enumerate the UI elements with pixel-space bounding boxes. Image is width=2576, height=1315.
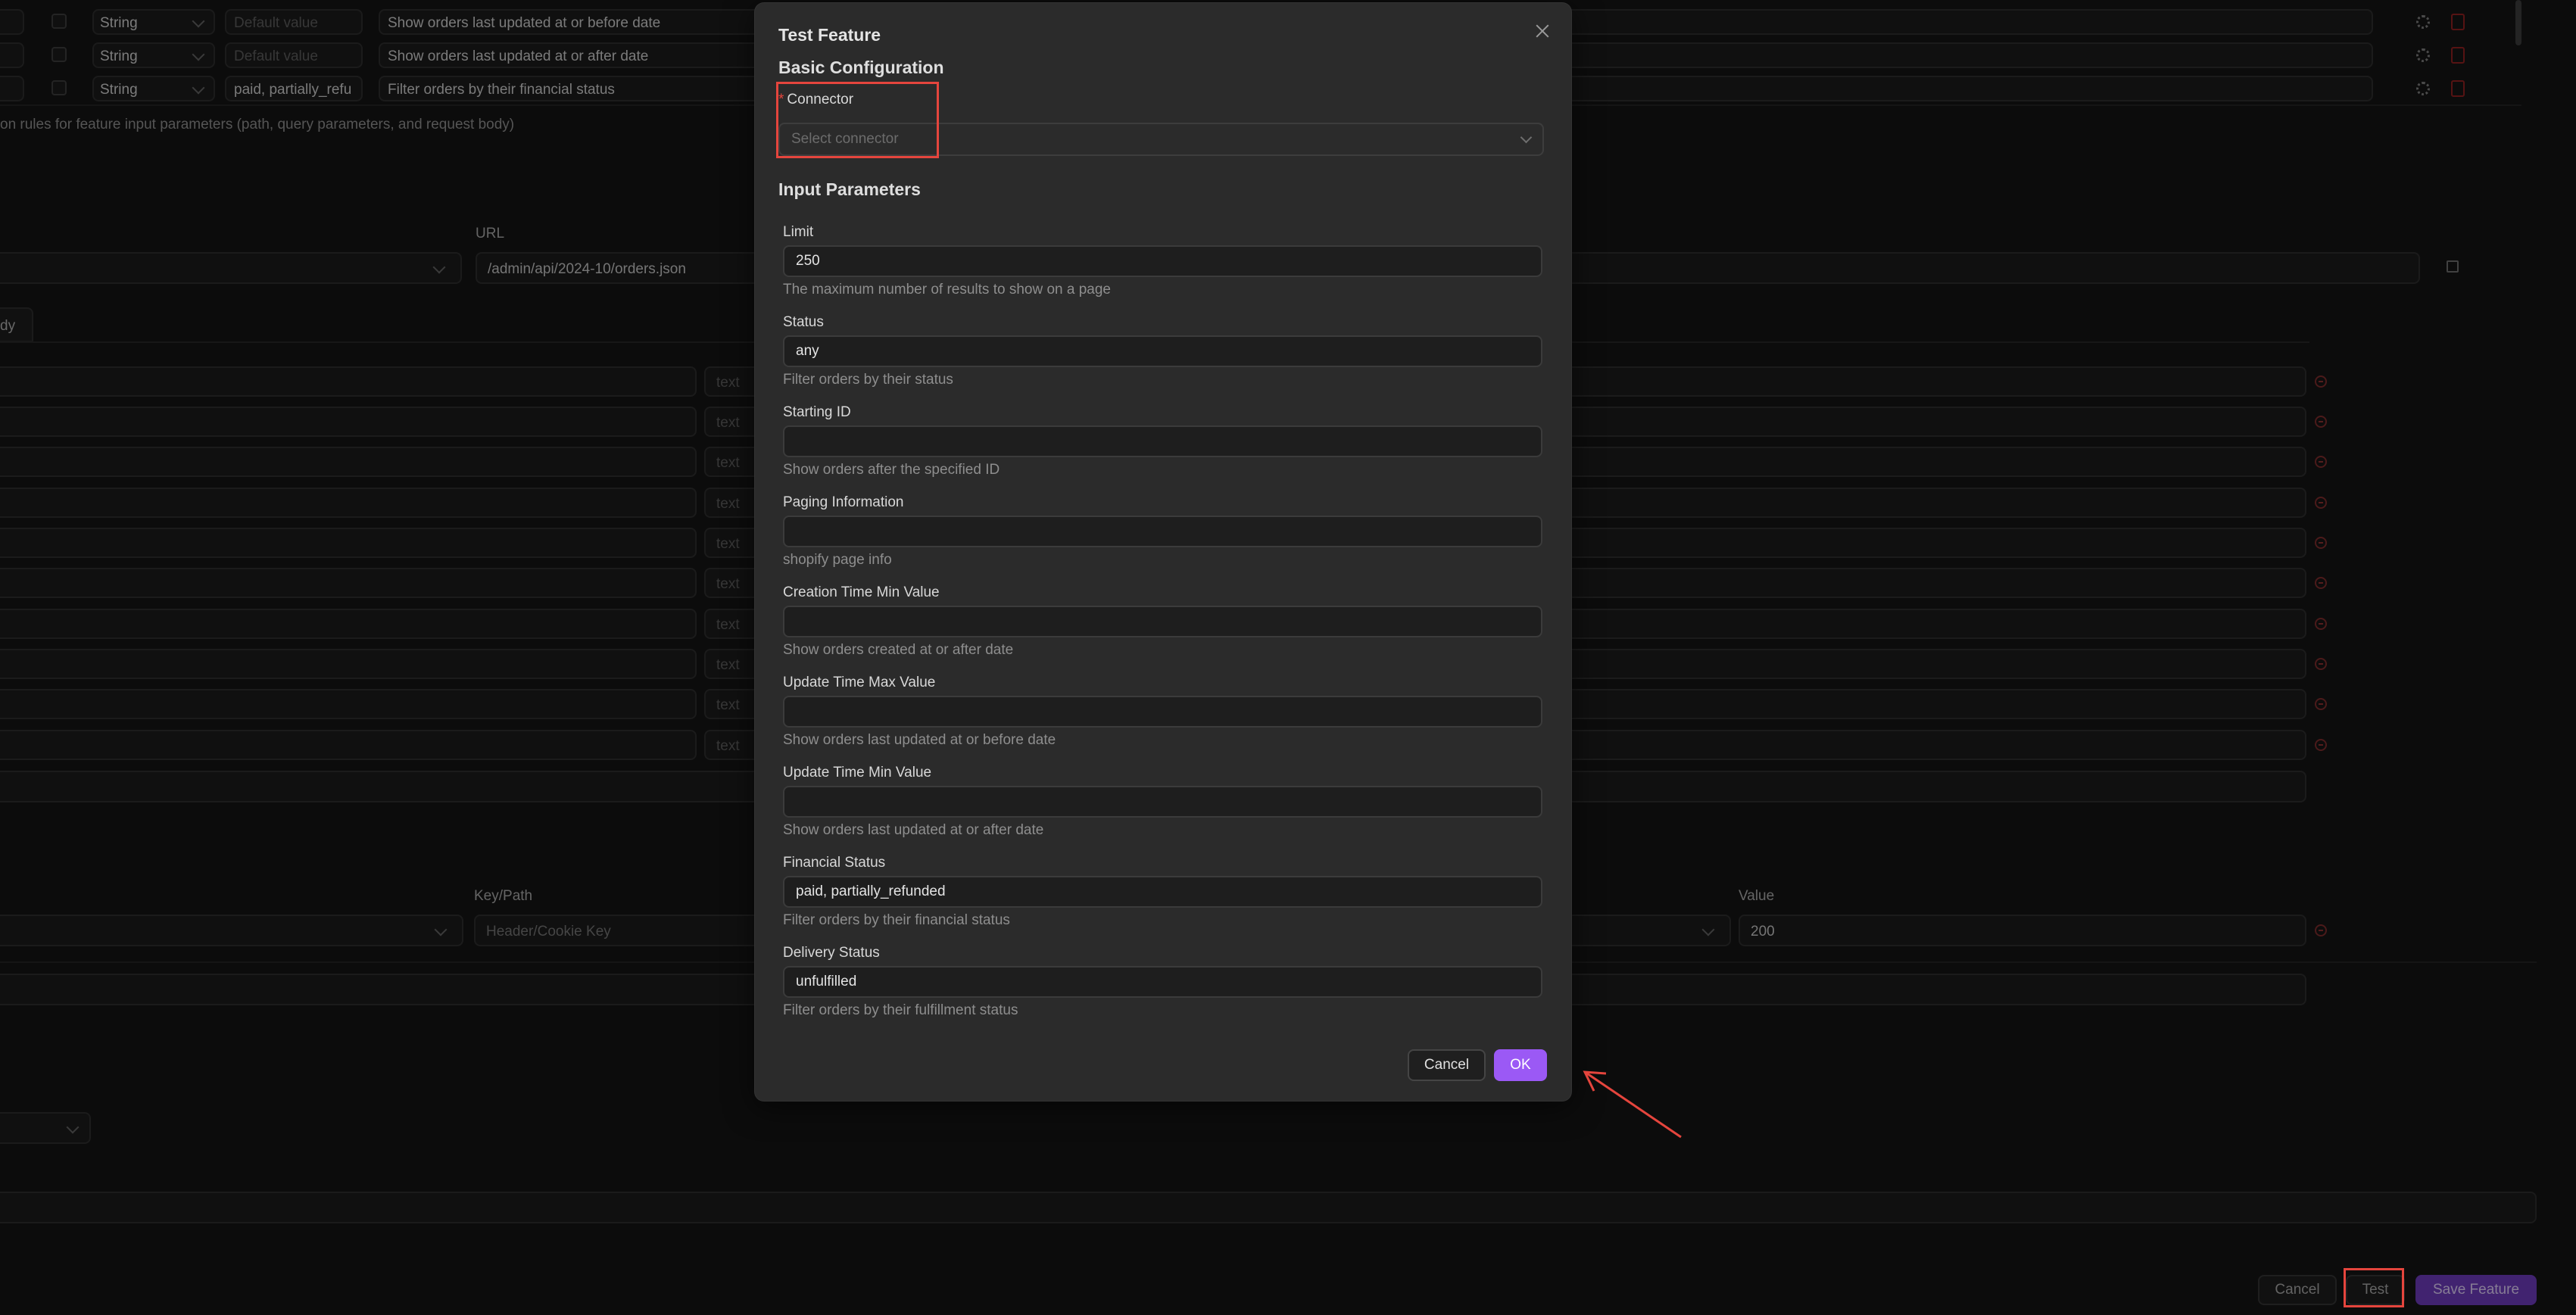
test-feature-dialog: Test Feature Basic Configuration * Connec… <box>755 3 1571 1101</box>
financial-status-input[interactable] <box>783 876 1542 908</box>
connector-highlight-box <box>776 82 939 158</box>
field-label-starting-id: Starting ID <box>783 404 851 420</box>
update-time-min-input[interactable] <box>783 786 1542 818</box>
annotation-arrow-icon <box>1583 1070 1682 1139</box>
dialog-ok-button[interactable]: OK <box>1494 1049 1547 1081</box>
field-help-paging-information: shopify page info <box>783 552 892 568</box>
dialog-cancel-button[interactable]: Cancel <box>1408 1049 1486 1081</box>
field-help-limit: The maximum number of results to show on… <box>783 282 1111 298</box>
update-time-max-input[interactable] <box>783 696 1542 728</box>
field-label-delivery-status: Delivery Status <box>783 945 880 961</box>
creation-time-min-input[interactable] <box>783 606 1542 637</box>
field-help-financial-status: Filter orders by their financial status <box>783 912 1010 928</box>
chevron-down-icon <box>1520 131 1533 144</box>
field-label-update-time-min: Update Time Min Value <box>783 765 932 781</box>
dialog-cancel-label: Cancel <box>1424 1057 1470 1073</box>
field-label-creation-time-min: Creation Time Min Value <box>783 584 940 600</box>
field-help-update-time-max: Show orders last updated at or before da… <box>783 732 1056 748</box>
field-help-status: Filter orders by their status <box>783 372 953 388</box>
field-help-delivery-status: Filter orders by their fulfillment statu… <box>783 1002 1018 1018</box>
field-help-starting-id: Show orders after the specified ID <box>783 462 1000 478</box>
dialog-ok-label: OK <box>1510 1057 1531 1073</box>
limit-input[interactable] <box>783 245 1542 277</box>
status-input[interactable] <box>783 335 1542 367</box>
basic-configuration-heading: Basic Configuration <box>778 58 944 77</box>
field-label-limit: Limit <box>783 224 814 240</box>
field-help-creation-time-min: Show orders created at or after date <box>783 642 1014 658</box>
starting-id-input[interactable] <box>783 425 1542 457</box>
test-button-highlight-box <box>2344 1268 2404 1307</box>
field-label-financial-status: Financial Status <box>783 855 886 871</box>
field-label-paging-information: Paging Information <box>783 494 904 510</box>
dialog-title: Test Feature <box>778 25 881 45</box>
field-label-update-time-max: Update Time Max Value <box>783 675 936 690</box>
close-icon[interactable] <box>1533 21 1552 41</box>
field-label-status: Status <box>783 314 824 330</box>
input-parameters-heading: Input Parameters <box>778 179 921 199</box>
field-help-update-time-min: Show orders last updated at or after dat… <box>783 822 1044 838</box>
paging-information-input[interactable] <box>783 516 1542 547</box>
delivery-status-input[interactable] <box>783 966 1542 998</box>
